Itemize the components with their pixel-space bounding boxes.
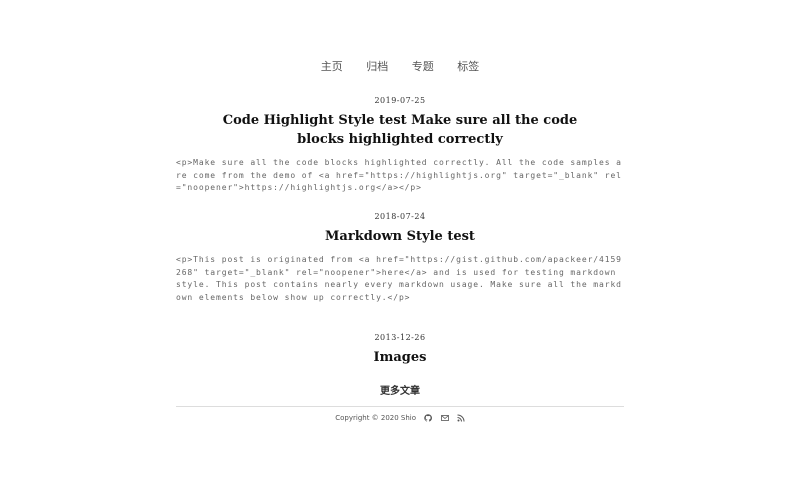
mail-icon[interactable] <box>440 414 449 422</box>
post-item: 2013-12-26 Images <box>176 333 624 367</box>
post-title-link[interactable]: Images <box>176 348 624 367</box>
post-title-link[interactable]: Markdown Style test <box>176 227 624 246</box>
post-date: 2019-07-25 <box>374 96 426 105</box>
footer-divider <box>176 406 624 407</box>
post-excerpt: <p>Make sure all the code blocks highlig… <box>176 158 622 192</box>
post-date: 2013-12-26 <box>374 333 426 342</box>
more-posts-link[interactable]: 更多文章 <box>0 382 800 397</box>
nav-item-archive[interactable]: 归档 <box>366 58 388 74</box>
copyright-text: Copyright © 2020 Shio <box>335 414 417 422</box>
nav-item-home[interactable]: 主页 <box>321 58 343 74</box>
post-excerpt: <p>This post is originated from <a href=… <box>176 255 622 302</box>
post-item: 2019-07-25 Code Highlight Style test Mak… <box>176 96 624 195</box>
nav-item-topics[interactable]: 专题 <box>412 58 434 74</box>
main-nav: 主页 归档 专题 标签 <box>0 58 800 74</box>
github-icon[interactable] <box>424 414 433 422</box>
nav-item-tags[interactable]: 标签 <box>457 58 479 74</box>
post-title-link[interactable]: Code Highlight Style test Make sure all … <box>176 111 624 149</box>
post-date: 2018-07-24 <box>374 212 426 221</box>
footer: Copyright © 2020 Shio <box>0 414 800 422</box>
rss-icon[interactable] <box>457 414 465 422</box>
post-item: 2018-07-24 Markdown Style test <p>This p… <box>176 212 624 304</box>
